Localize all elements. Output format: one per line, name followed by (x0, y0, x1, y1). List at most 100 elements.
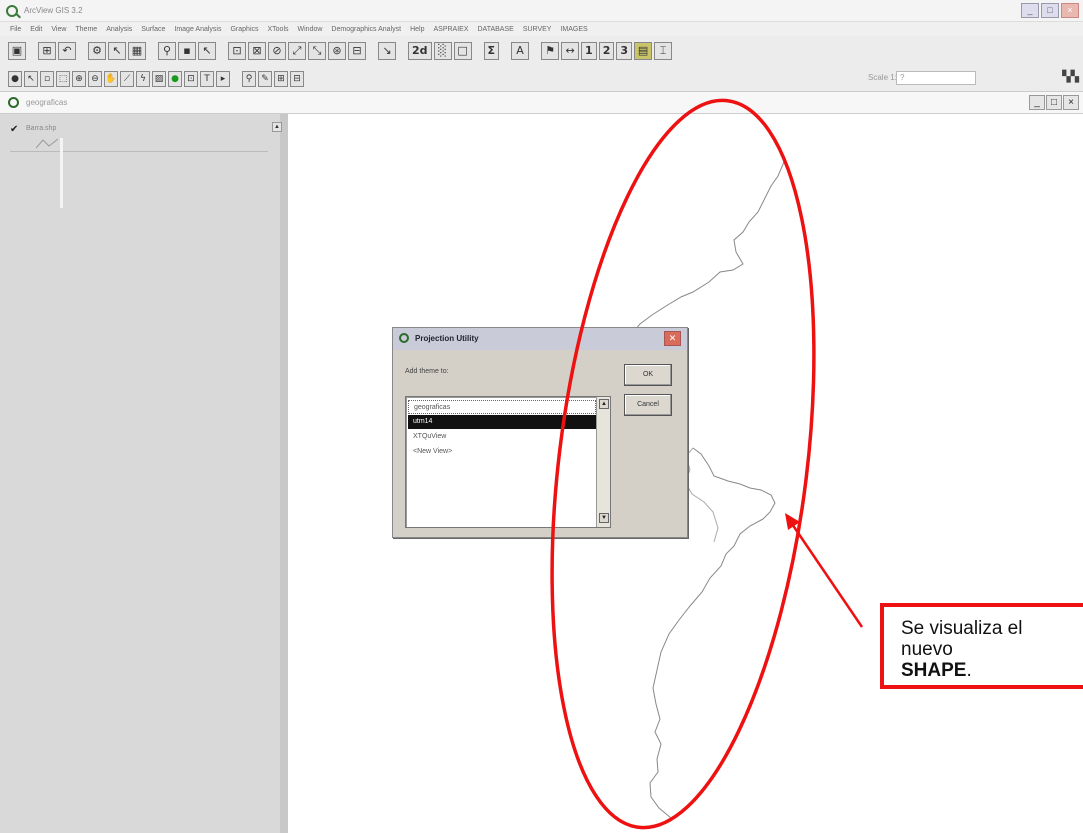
ok-button[interactable]: OK (624, 364, 672, 386)
query-icon[interactable]: ▪ (178, 42, 196, 60)
view-3-button[interactable]: 3 (616, 42, 633, 60)
pan-icon[interactable]: ✋ (104, 70, 118, 87)
list-item[interactable]: <New View> (408, 445, 596, 459)
theme-checkbox[interactable]: ✔ (10, 124, 18, 135)
zoom-in-icon[interactable]: ⤢ (288, 42, 306, 60)
view-list: geograficas utm14 XTQuView <New View> ▲ … (405, 396, 611, 528)
help-pointer-icon[interactable]: ↘ (378, 42, 396, 60)
menu-graphics[interactable]: Graphics (230, 26, 258, 33)
zoom-full-extent-icon[interactable]: ⊡ (228, 42, 246, 60)
callout-line-1: Se visualiza el (901, 618, 1023, 639)
undo-icon[interactable]: ↶ (58, 42, 76, 60)
split-icon[interactable]: ⊟ (290, 70, 304, 87)
text-cursor (60, 138, 63, 208)
layout-icon[interactable]: □ (453, 42, 472, 60)
green-dot-icon[interactable]: ● (168, 70, 182, 87)
snap-icon[interactable]: ⊞ (274, 70, 288, 87)
flag-icon[interactable]: ⚑ (541, 42, 560, 60)
view-1-button[interactable]: 1 (581, 42, 597, 60)
view-window-controls: _ □ × (1029, 95, 1079, 110)
menu-asprainex[interactable]: ASPRAIEX (433, 26, 468, 33)
close-button[interactable]: × (1061, 3, 1079, 18)
menu-window[interactable]: Window (298, 26, 323, 33)
zoom-tool-icon[interactable]: ⊕ (72, 70, 86, 87)
text-tool-icon[interactable]: A (511, 42, 530, 60)
menu-view[interactable]: View (51, 26, 66, 33)
window-title: ArcView GIS 3.2 (24, 6, 83, 15)
maximize-button[interactable]: □ (1041, 3, 1059, 18)
identify-icon[interactable]: ● (8, 70, 22, 87)
minimize-button[interactable]: _ (1021, 3, 1039, 18)
edit-legend-icon[interactable]: ↖ (108, 42, 126, 60)
view-icon (8, 97, 19, 108)
edit-tool-icon[interactable]: ✎ (258, 70, 272, 87)
area-of-interest-icon[interactable]: ▨ (152, 70, 166, 87)
scroll-down-icon[interactable]: ▼ (599, 513, 609, 523)
add-theme-icon[interactable]: ⊞ (38, 42, 56, 60)
extension-icon[interactable]: ▤ (634, 42, 653, 60)
theme-entry[interactable]: ✔ Barra.shp (10, 120, 268, 152)
menu-xtools[interactable]: XTools (268, 26, 289, 33)
menu-image-analysis[interactable]: Image Analysis (174, 26, 221, 33)
measure-icon[interactable]: ↔ (561, 42, 580, 60)
button-bar: ▣ ⊞ ↶ ⚙ ↖ ▦ ⚲ ▪ ↖ ⊡ ⊠ ⊘ ⤢ ⤡ ⊛ ⊟ ↘ 2d ░ □… (0, 36, 1083, 66)
scale-input[interactable]: ? (896, 71, 976, 85)
vertex-edit-icon[interactable]: ▫ (40, 70, 54, 87)
callout-bold: SHAPE (901, 660, 967, 681)
menu-surface[interactable]: Surface (141, 26, 165, 33)
two-d-button[interactable]: 2d (408, 42, 432, 60)
menu-edit[interactable]: Edit (30, 26, 42, 33)
hotlink-icon[interactable]: ϟ (136, 70, 150, 87)
pointer-icon[interactable]: ↖ (24, 70, 38, 87)
cancel-button[interactable]: Cancel (624, 394, 672, 416)
view-maximize-button[interactable]: □ (1046, 95, 1062, 110)
measure-tool-icon[interactable]: ⟋ (120, 70, 134, 87)
search-tool-icon[interactable]: ⚲ (242, 70, 256, 87)
theme-tools-icon[interactable]: ⌶ (654, 42, 673, 60)
find-icon[interactable]: ⚲ (158, 42, 176, 60)
list-scrollbar[interactable]: ▲ ▼ (596, 397, 610, 527)
callout-box: Se visualiza el nuevo SHAPE. (880, 603, 1083, 689)
menu-theme[interactable]: Theme (75, 26, 97, 33)
dialog-title: Projection Utility (415, 334, 479, 343)
menu-images[interactable]: IMAGES (560, 26, 587, 33)
menu-file[interactable]: File (10, 26, 21, 33)
theme-properties-icon[interactable]: ⚙ (88, 42, 106, 60)
open-table-icon[interactable]: ▦ (128, 42, 146, 60)
select-feature-icon[interactable]: ⬚ (56, 70, 70, 87)
dialog-close-button[interactable]: ✕ (664, 331, 681, 346)
list-item[interactable]: utm14 (408, 415, 596, 429)
coastline-inner-shape (684, 447, 719, 543)
menu-help[interactable]: Help (410, 26, 424, 33)
view-close-button[interactable]: × (1063, 95, 1079, 110)
list-item[interactable]: geograficas (408, 400, 596, 414)
list-item[interactable]: XTQuView (408, 430, 596, 444)
menu-survey[interactable]: SURVEY (523, 26, 552, 33)
save-project-icon[interactable]: ▣ (8, 42, 26, 60)
select-features-icon[interactable]: ⊟ (348, 42, 366, 60)
menu-analysis[interactable]: Analysis (106, 26, 132, 33)
three-d-icon[interactable]: ░ (433, 42, 452, 60)
menu-demographics-analyst[interactable]: Demographics Analyst (331, 26, 401, 33)
title-bar: ArcView GIS 3.2 _ □ × (0, 0, 1083, 22)
callout-line-3: SHAPE. (901, 660, 1083, 681)
zoom-active-icon[interactable]: ⊠ (248, 42, 266, 60)
menu-database[interactable]: DATABASE (478, 26, 514, 33)
zoom-out-icon[interactable]: ⤡ (308, 42, 326, 60)
zoom-selected-icon[interactable]: ⊘ (268, 42, 286, 60)
locate-icon[interactable]: ↖ (198, 42, 216, 60)
table-of-contents: ✔ Barra.shp ▲ (0, 114, 288, 833)
summarize-button[interactable]: Σ (483, 42, 500, 60)
view-title: geograficas (26, 98, 68, 107)
arcview-icon (399, 333, 409, 343)
scroll-up-icon[interactable]: ▲ (599, 399, 609, 409)
view-2-button[interactable]: 2 (598, 42, 615, 60)
text-icon[interactable]: T (200, 70, 214, 87)
zoom-out-tool-icon[interactable]: ⊖ (88, 70, 102, 87)
zoom-previous-icon[interactable]: ⊛ (328, 42, 346, 60)
draw-icon[interactable]: ▸ (216, 70, 230, 87)
label-icon[interactable]: ⊡ (184, 70, 198, 87)
view-minimize-button[interactable]: _ (1029, 95, 1045, 110)
toc-scroll-up-icon[interactable]: ▲ (272, 122, 282, 132)
callout-line-2: nuevo (901, 639, 953, 660)
